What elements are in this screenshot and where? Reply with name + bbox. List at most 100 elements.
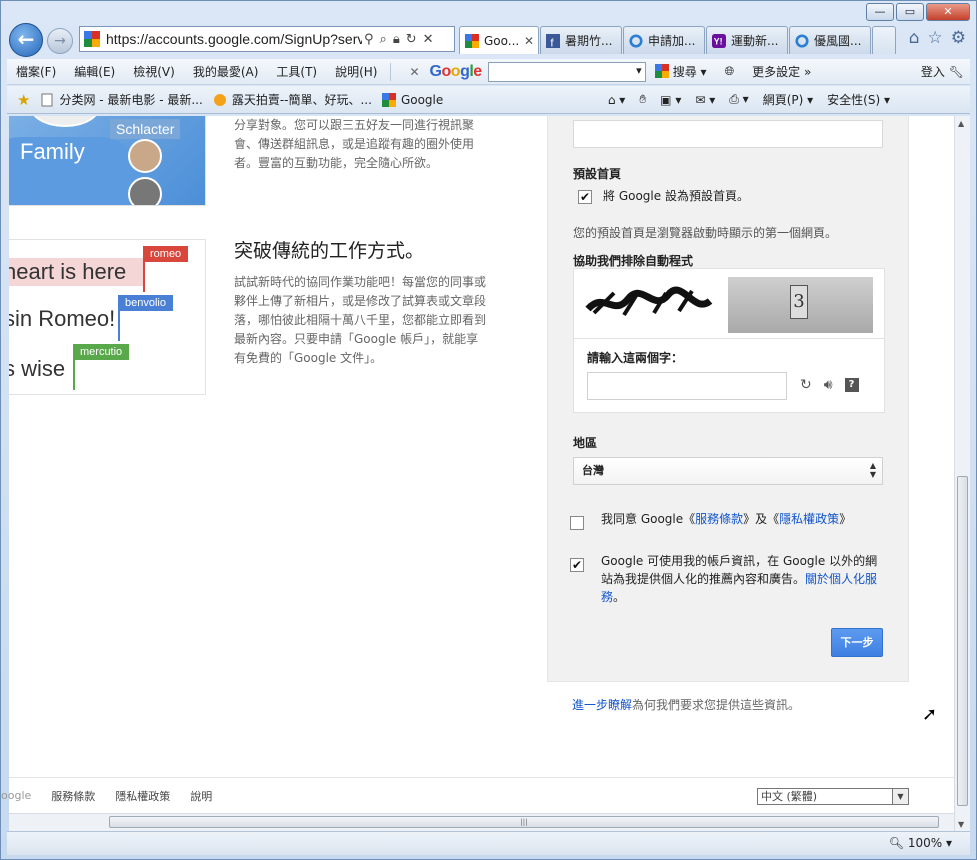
next-step-button[interactable]: 下一步 [831, 628, 883, 657]
favorite-item-3[interactable]: Google [381, 92, 444, 107]
avatar [128, 139, 162, 173]
mobile-phone-input[interactable] [573, 120, 883, 148]
address-bar[interactable]: https://accounts.google.com/SignUp?serv … [79, 26, 455, 52]
favorite-item-2[interactable]: 露天拍賣--簡單、好玩、... [213, 91, 372, 108]
globe-icon[interactable]: 🌐︎ [716, 64, 744, 79]
stop-icon[interactable]: ✕ [423, 32, 434, 47]
menu-tools[interactable]: 工具(T) [267, 63, 326, 80]
page-menu[interactable]: 網頁(P) ▾ [763, 91, 813, 108]
homepage-label: 預設首頁 [573, 167, 622, 181]
section-heading: 突破傳統的工作方式。 [234, 240, 425, 262]
learn-more-description: 為何我們要求您提供這些資訊。 [632, 698, 801, 712]
tab-yahoo[interactable]: Y! 運動新... [706, 26, 788, 54]
search-icon[interactable]: ⌕ [380, 32, 387, 47]
home-icon[interactable]: ⌂ ▾ [608, 93, 625, 107]
tos-checkbox[interactable] [570, 516, 584, 530]
homepage-checkbox[interactable]: ✔ [578, 190, 592, 204]
menu-view[interactable]: 檢視(V) [124, 63, 184, 80]
print-icon[interactable]: ⎙ ▾ [729, 92, 748, 107]
back-button[interactable]: ← [9, 23, 43, 57]
menu-help[interactable]: 說明(H) [326, 63, 386, 80]
forward-button[interactable]: → [47, 28, 73, 54]
minimize-button[interactable]: — [866, 3, 894, 21]
safety-menu[interactable]: 安全性(S) ▾ [827, 91, 890, 108]
scroll-down-icon[interactable]: ▼ [958, 820, 964, 829]
zoom-level[interactable]: 🔍︎ 100% ▾ [889, 836, 952, 850]
footer-privacy-link[interactable]: 隱私權政策 [115, 788, 170, 804]
lock-icon[interactable]: 🔒︎ [393, 32, 400, 47]
learn-more-link[interactable]: 進一步瞭解 [572, 698, 632, 712]
home-icon[interactable]: ⌂ [909, 28, 920, 48]
scroll-up-icon[interactable]: ▲ [958, 119, 964, 128]
language-select[interactable]: 中文 (繁體) [757, 788, 909, 805]
circle-name: Family [20, 139, 85, 164]
captcha-digit: 3 [790, 285, 808, 319]
favorite-label: Google [400, 92, 444, 107]
footer-terms-link[interactable]: 服務條款 [51, 788, 95, 804]
horizontal-scroll-thumb[interactable]: ||| [109, 816, 939, 828]
footer-google-link[interactable]: oogle [1, 789, 31, 802]
user-tag: mercutio [73, 344, 130, 360]
horizontal-scrollbar[interactable]: ||| [9, 813, 954, 831]
page-viewport: Schlacter Family 分享對象。您可以跟三五好友一同進行視訊聚會、傳… [9, 116, 954, 777]
personalization-checkbox[interactable]: ✔ [570, 558, 584, 572]
collaboration-illustration: heart is here sin Romeo! s wise romeo be… [9, 239, 206, 395]
hand-icon[interactable]: ✋︎ [639, 92, 646, 107]
footer-help-link[interactable]: 說明 [190, 788, 212, 804]
rss-icon[interactable]: ▣ ▾ [660, 93, 681, 107]
close-tab-icon[interactable]: ✕ [524, 34, 534, 48]
compat-view-icon[interactable]: ⚲ [364, 32, 374, 47]
favorite-label: 分类网 - 最新电影 - 最新... [59, 93, 203, 107]
mail-icon[interactable]: ✉ ▾ [695, 93, 715, 107]
new-tab-button[interactable] [872, 26, 896, 54]
avatar [128, 177, 162, 205]
favorite-item-1[interactable]: 分类网 - 最新电影 - 最新... [40, 91, 203, 108]
vertical-scrollbar[interactable]: ▲ ▼ [954, 116, 970, 832]
login-link[interactable]: 登入 🔧︎ [912, 63, 970, 80]
tab-youfeng[interactable]: 優風國... [789, 26, 871, 54]
audio-icon[interactable]: 🔊︎ [824, 377, 833, 393]
refresh-icon[interactable]: ↻ [800, 377, 812, 393]
mouse-pointer-icon: ➚ [922, 704, 938, 725]
section-description: 試試新時代的協同作業功能吧！每當您的同事或夥伴上傳了新相片，或是修改了試算表或文… [234, 275, 487, 365]
more-settings-link[interactable]: 更多設定 » [743, 63, 820, 80]
gear-icon[interactable]: ⚙ [951, 28, 966, 48]
favorites-bar: ★ 分类网 - 最新电影 - 最新... 露天拍賣--簡單、好玩、... Goo… [7, 86, 970, 114]
favorites-star-icon[interactable]: ☆ [928, 28, 943, 48]
vertical-scroll-thumb[interactable] [957, 476, 968, 806]
menu-file[interactable]: 檔案(F) [7, 63, 65, 80]
hangout-illustration: Schlacter Family [9, 116, 206, 206]
tab-apply[interactable]: 申請加... [623, 26, 705, 54]
close-toolbar-icon[interactable]: ✕ [409, 65, 419, 79]
google-toolbar-search-input[interactable] [487, 61, 646, 82]
add-favorite-icon[interactable]: ★ [17, 91, 30, 109]
svg-text:Y!: Y! [714, 36, 723, 46]
menu-favorites[interactable]: 我的最愛(A) [184, 63, 268, 80]
region-label: 地區 [573, 436, 598, 450]
window-controls: — ▭ ✕ [866, 3, 970, 21]
google-icon [654, 64, 669, 78]
tos-suffix: 》 [839, 512, 852, 526]
captcha-input[interactable] [587, 372, 787, 400]
region-select[interactable]: 台灣 ▲ ▼ [573, 457, 883, 485]
tab-label: 申請加... [648, 34, 696, 48]
doc-line: s wise [9, 356, 66, 381]
terms-of-service-link[interactable]: 服務條款 [695, 512, 743, 526]
ie-icon [629, 33, 643, 48]
command-bar: ⌂ ▾ ✋︎ ▣ ▾ ✉ ▾ ⎙ ▾ 網頁(P) ▾ 安全性(S) ▾ [608, 91, 970, 108]
privacy-policy-link[interactable]: 隱私權政策 [779, 512, 839, 526]
menu-edit[interactable]: 編輯(E) [65, 63, 124, 80]
tos-prefix: 我同意 Google《 [601, 512, 696, 526]
select-arrows-icon: ▲ ▼ [869, 461, 876, 479]
captcha-word-image [585, 286, 713, 317]
tab-label: 優風國... [814, 34, 862, 48]
tab-facebook[interactable]: f 暑期竹... [540, 26, 622, 54]
refresh-icon[interactable]: ↻ [406, 32, 417, 47]
maximize-button[interactable]: ▭ [896, 3, 924, 21]
tab-google[interactable]: Goo... ✕ [459, 26, 539, 54]
help-icon[interactable]: ? [844, 378, 859, 392]
url-text[interactable]: https://accounts.google.com/SignUp?serv [106, 31, 362, 47]
google-toolbar-search-button[interactable]: 搜尋 ▾ [646, 63, 716, 80]
facebook-icon: f [546, 33, 560, 48]
close-window-button[interactable]: ✕ [926, 3, 970, 21]
